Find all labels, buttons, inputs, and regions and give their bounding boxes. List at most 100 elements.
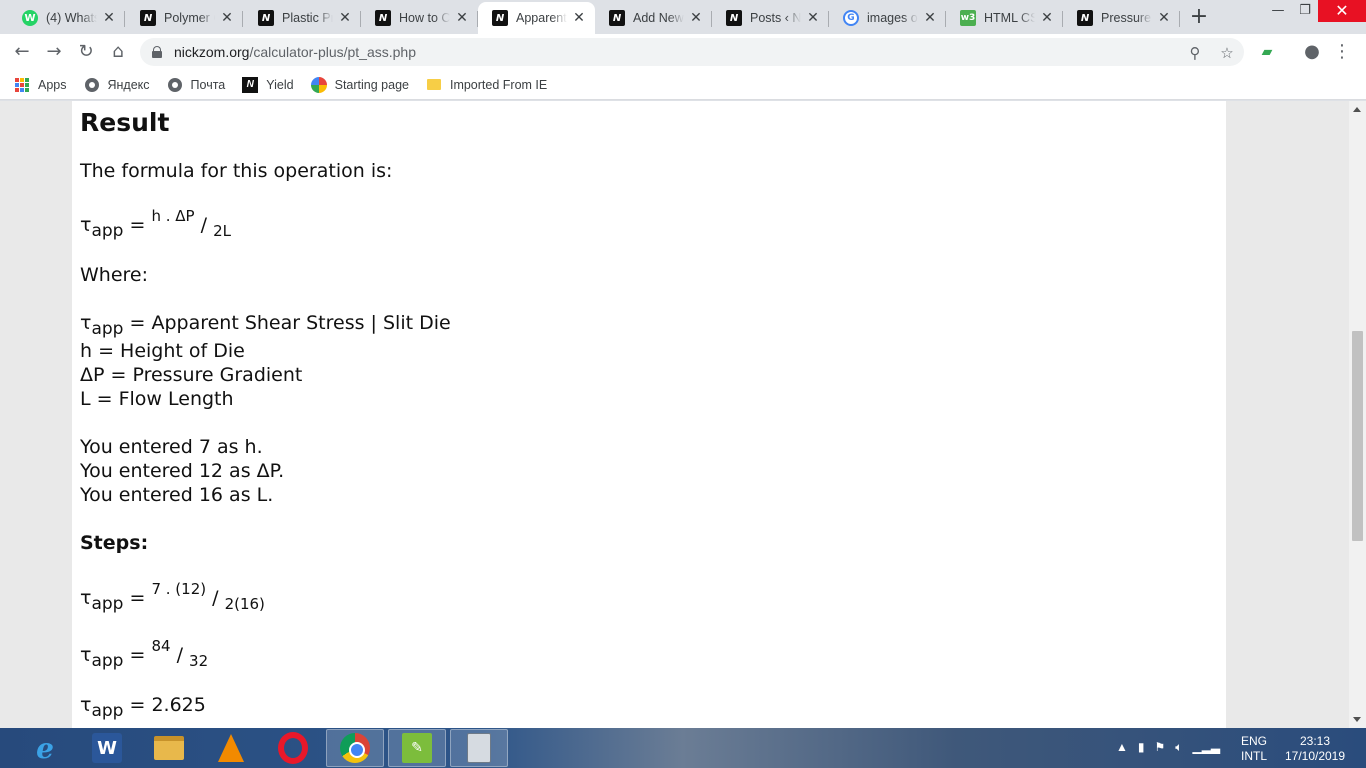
tab-label: HTML CSS: [984, 11, 1035, 25]
opera-icon: [278, 732, 308, 764]
bookmark-star-icon[interactable]: ☆: [1218, 44, 1236, 62]
bookmark-pochta[interactable]: Почта: [167, 77, 225, 93]
close-tab-icon[interactable]: ✕: [1156, 10, 1172, 26]
apps-grid-icon: [14, 77, 30, 93]
notepad-icon: ✎: [402, 733, 432, 763]
result-heading: Result: [80, 108, 170, 137]
tab-label: Pressure: [1101, 11, 1152, 25]
bookmark-yield[interactable]: N Yield: [242, 76, 294, 93]
clock-date: 17/10/2019: [1284, 749, 1346, 763]
definition-subscript: app: [91, 319, 124, 339]
whatsapp-icon: W: [22, 10, 38, 26]
bookmark-label: Яндекс: [107, 77, 150, 92]
tab[interactable]: N Polymer Calculator ✕: [126, 2, 243, 34]
scroll-down-arrow-icon[interactable]: [1353, 717, 1361, 722]
tab[interactable]: N Posts ‹ Nickzom ✕: [712, 2, 829, 34]
reload-icon[interactable]: ↻: [74, 40, 98, 64]
vlc-icon: [218, 734, 244, 762]
clock[interactable]: 23:13 17/10/2019: [1282, 734, 1348, 768]
tab[interactable]: w3 HTML CSS ✕: [946, 2, 1063, 34]
show-hidden-icons-icon[interactable]: ▲: [1116, 740, 1128, 768]
close-tab-icon[interactable]: ✕: [688, 10, 704, 26]
menu-kebab-icon[interactable]: ⋮: [1330, 40, 1354, 64]
close-tab-icon[interactable]: ✕: [337, 10, 353, 26]
definition-row: ΔP = Pressure Gradient: [80, 364, 302, 386]
close-tab-icon[interactable]: ✕: [805, 10, 821, 26]
language-layout: INTL: [1241, 749, 1268, 763]
step-result: 2.625: [151, 694, 206, 716]
back-arrow-icon[interactable]: ←: [10, 40, 34, 64]
google-icon: G: [843, 10, 859, 26]
tab[interactable]: N Add New Post ✕: [595, 2, 712, 34]
taskbar-app-button[interactable]: W: [78, 729, 136, 767]
tab-active[interactable]: N Apparent Shear ✕: [478, 2, 595, 34]
language-indicator[interactable]: ENG INTL: [1241, 734, 1267, 768]
taskbar-app-button[interactable]: [202, 729, 260, 767]
tab[interactable]: N Pressure ✕: [1063, 2, 1180, 34]
nickzom-icon: N: [375, 10, 391, 26]
taskbar-app-button[interactable]: ✎: [388, 729, 446, 767]
formula: τapp = h . ΔP / 2L: [80, 207, 231, 241]
taskbar-app-button[interactable]: e: [16, 729, 74, 767]
close-tab-icon[interactable]: ✕: [101, 10, 117, 26]
bookmark-starting-page[interactable]: Starting page: [310, 76, 409, 93]
tab[interactable]: N Plastic Processing ✕: [244, 2, 361, 34]
definition-symbol: τ: [80, 312, 92, 334]
scroll-up-arrow-icon[interactable]: [1353, 107, 1361, 112]
bookmark-apps[interactable]: Apps: [14, 77, 67, 93]
tau-symbol: τ: [80, 694, 92, 716]
close-tab-icon[interactable]: ✕: [922, 10, 938, 26]
tab[interactable]: W (4) WhatsApp ✕: [8, 2, 125, 34]
bookmark-yandex[interactable]: Яндекс: [84, 77, 150, 93]
tab-divider: [1179, 11, 1180, 27]
step-row: τapp = 84 / 32: [80, 637, 208, 671]
taskbar-app-button[interactable]: [326, 729, 384, 767]
bookmark-label: Yield: [266, 77, 294, 92]
signal-bars-icon[interactable]: ▁▂▃: [1192, 740, 1220, 768]
close-window-button[interactable]: ✕: [1318, 0, 1366, 22]
address-bar[interactable]: nickzom.org/calculator-plus/pt_ass.php ⚲…: [140, 38, 1244, 66]
tab-label: Posts ‹ Nickzom: [750, 11, 801, 25]
profile-icon[interactable]: ●: [1300, 40, 1324, 64]
new-tab-button[interactable]: +: [1187, 6, 1211, 30]
taskbar-app-button[interactable]: [450, 729, 508, 767]
forward-arrow-icon[interactable]: →: [42, 40, 66, 64]
close-tab-icon[interactable]: ✕: [219, 10, 235, 26]
action-center-flag-icon[interactable]: ⚑: [1155, 740, 1166, 768]
internet-explorer-icon: e: [36, 731, 54, 765]
minimize-button[interactable]: —: [1263, 0, 1293, 22]
nickzom-icon: N: [492, 10, 508, 26]
tab-label: Plastic Processing: [282, 11, 333, 25]
page-viewport: Result The formula for this operation is…: [0, 101, 1366, 728]
tab[interactable]: N How to Calculate ✕: [361, 2, 478, 34]
zoom-icon[interactable]: ⚲: [1186, 44, 1204, 62]
close-tab-icon[interactable]: ✕: [454, 10, 470, 26]
volume-icon[interactable]: 🔈︎: [1175, 740, 1182, 768]
extension-icon[interactable]: ▰: [1255, 40, 1279, 64]
taskbar-app-button[interactable]: [264, 729, 322, 767]
bookmark-label: Apps: [38, 77, 67, 92]
restore-button[interactable]: ❐: [1290, 0, 1320, 22]
network-icon[interactable]: ▮: [1138, 740, 1145, 768]
bookmarks-bar: Apps Яндекс Почта N Yield Starting page …: [0, 70, 1366, 100]
fraction-slash: /: [194, 214, 214, 236]
starting-page-icon: [310, 76, 327, 93]
tab[interactable]: Gimages of ✕: [829, 2, 946, 34]
w3schools-icon: w3: [960, 10, 976, 26]
where-label: Where:: [80, 264, 149, 286]
step-numerator: 7 . (12): [151, 580, 207, 598]
bookmark-imported-from-ie[interactable]: Imported From IE: [426, 77, 547, 93]
nickzom-icon: N: [726, 10, 742, 26]
close-tab-icon[interactable]: ✕: [571, 10, 587, 26]
url-text[interactable]: nickzom.org/calculator-plus/pt_ass.php: [174, 44, 416, 60]
equals-sign: =: [123, 214, 152, 236]
close-tab-icon[interactable]: ✕: [1039, 10, 1055, 26]
language-code: ENG: [1241, 734, 1268, 748]
step-denominator: 32: [189, 652, 209, 670]
chrome-icon: [340, 733, 370, 763]
lock-icon[interactable]: [152, 46, 162, 58]
vertical-scrollbar[interactable]: [1349, 101, 1366, 728]
taskbar-app-button[interactable]: [140, 729, 198, 767]
scrollbar-thumb[interactable]: [1352, 331, 1363, 541]
home-icon[interactable]: ⌂: [106, 40, 130, 64]
